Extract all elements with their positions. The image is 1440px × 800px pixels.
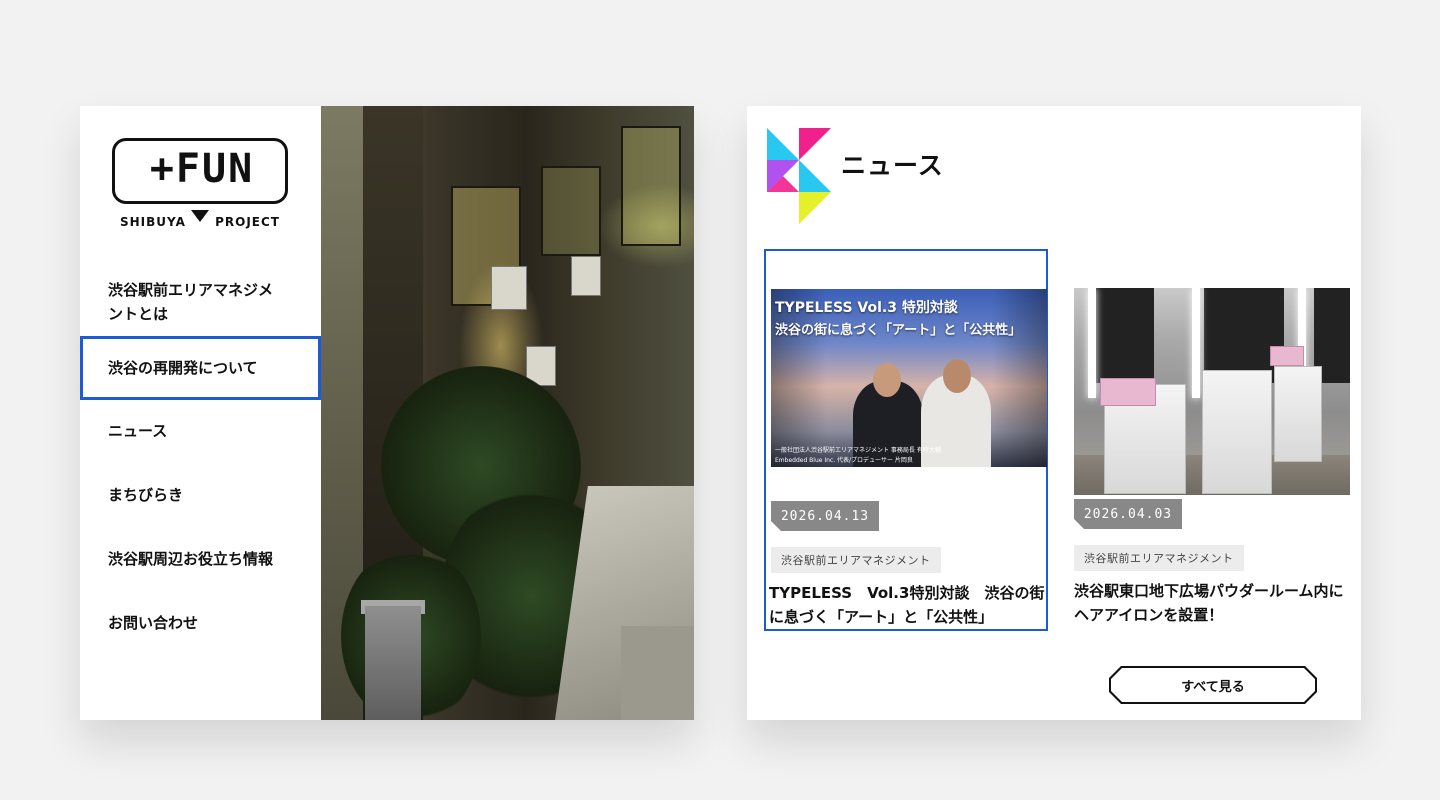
news-section-title: ニュース [841,151,944,180]
date-tag: 2026.04.13 [771,501,879,531]
thumb-caption: Embedded Blue Inc. 代表/プロデューサー 片岡良 [775,457,913,464]
logo-notch [191,210,210,222]
news-card[interactable]: TYPELESS Vol.3 特別対談 渋谷の街に息づく「アート」と「公共性」 … [764,249,1048,631]
category-tag[interactable]: 渋谷駅前エリアマネジメント [1074,545,1244,571]
news-title[interactable]: TYPELESS Vol.3特別対談 渋谷の街に息づく「アート」と「公共性」 [769,581,1045,629]
nav-item-news[interactable]: ニュース [80,419,321,443]
news-screen: ニュース TYPELESS Vol.3 特別対談 渋谷の街に息づく「アート」と「… [747,106,1361,720]
date-tag: 2026.04.03 [1074,499,1182,529]
logo-subtitle-left: SHIBUYA [120,215,186,229]
menu-column: +FUN SHIBUYA PROJECT 渋谷駅前エリアマネジメ ントとは 渋谷… [80,106,321,720]
nav-item-contact[interactable]: お問い合わせ [80,611,321,635]
nav-item-machibiraki[interactable]: まちびらき [80,483,321,507]
news-card[interactable]: 2026.04.03 渋谷駅前エリアマネジメント 渋谷駅東口地下広場パウダールー… [1069,249,1353,631]
see-all-label: すべて見る [1111,668,1315,702]
shibuya-triangle-mark-icon [767,128,831,224]
person-head [873,363,901,397]
news-thumbnail[interactable]: TYPELESS Vol.3 特別対談 渋谷の街に息づく「アート」と「公共性」 … [771,289,1047,467]
person-head [943,359,971,393]
nav-item-redevelopment[interactable]: 渋谷の再開発について [80,336,321,400]
thumb-title-line1: TYPELESS Vol.3 特別対談 [775,300,958,316]
nav-item-useful-info[interactable]: 渋谷駅周辺お役立ち情報 [80,547,321,571]
news-title[interactable]: 渋谷駅東口地下広場パウダールーム内にヘアアイロンを設置！ [1074,579,1350,627]
powder-room-photo[interactable] [1074,288,1350,495]
see-all-button[interactable]: すべて見る [1109,666,1317,704]
menu-screen: +FUN SHIBUYA PROJECT 渋谷駅前エリアマネジメ ントとは 渋谷… [80,106,694,720]
thumb-title-line2: 渋谷の街に息づく「アート」と「公共性」 [775,323,1022,338]
logo-subtitle-right: PROJECT [215,215,280,229]
category-tag[interactable]: 渋谷駅前エリアマネジメント [771,547,941,573]
logo-main-text: +FUN [149,146,255,192]
thumb-caption: 一般社団法人渋谷駅前エリアマネジメント 事務局長 有時大輔 [775,447,941,454]
night-alley-photo [321,106,694,720]
logo-subtitle: SHIBUYA PROJECT [120,210,280,229]
nav-item-area-management[interactable]: 渋谷駅前エリアマネジメ ントとは [80,278,321,326]
fun-shibuya-project-logo[interactable]: +FUN SHIBUYA PROJECT [110,136,292,236]
